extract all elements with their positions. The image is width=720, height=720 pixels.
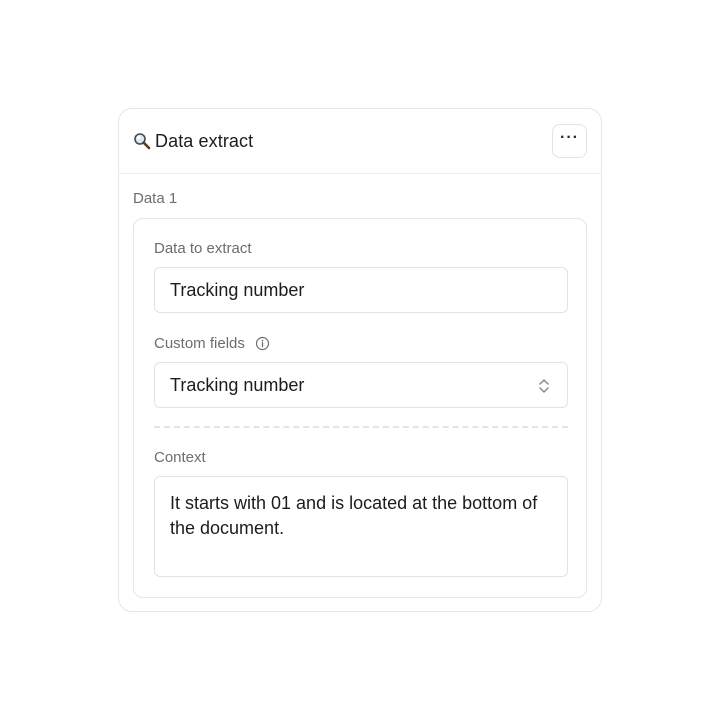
more-options-button[interactable]: ··· [552, 124, 587, 158]
context-label: Context [154, 449, 206, 466]
data-extract-card: Data extract ··· Data 1 Data to extract … [118, 108, 602, 612]
custom-fields-select[interactable]: Tracking number [154, 362, 568, 408]
section-divider [154, 426, 568, 428]
custom-fields-label: Custom fields [154, 335, 245, 352]
card-header: Data extract ··· [119, 109, 601, 174]
context-textarea[interactable]: It starts with 01 and is located at the … [154, 476, 568, 577]
data-item-panel: Data to extract Tracking number Custom f… [133, 218, 587, 598]
card-title: Data extract [155, 130, 254, 151]
section-label: Data 1 [133, 190, 178, 207]
magnifier-icon [133, 132, 151, 150]
custom-fields-label-row: Custom fields [154, 335, 270, 352]
data-to-extract-input[interactable]: Tracking number [154, 267, 568, 313]
data-to-extract-label: Data to extract [154, 240, 252, 257]
more-options-icon: ··· [560, 129, 579, 146]
chevron-up-down-icon [538, 377, 550, 395]
info-icon[interactable] [255, 336, 270, 351]
custom-fields-selected-value: Tracking number [170, 375, 305, 395]
